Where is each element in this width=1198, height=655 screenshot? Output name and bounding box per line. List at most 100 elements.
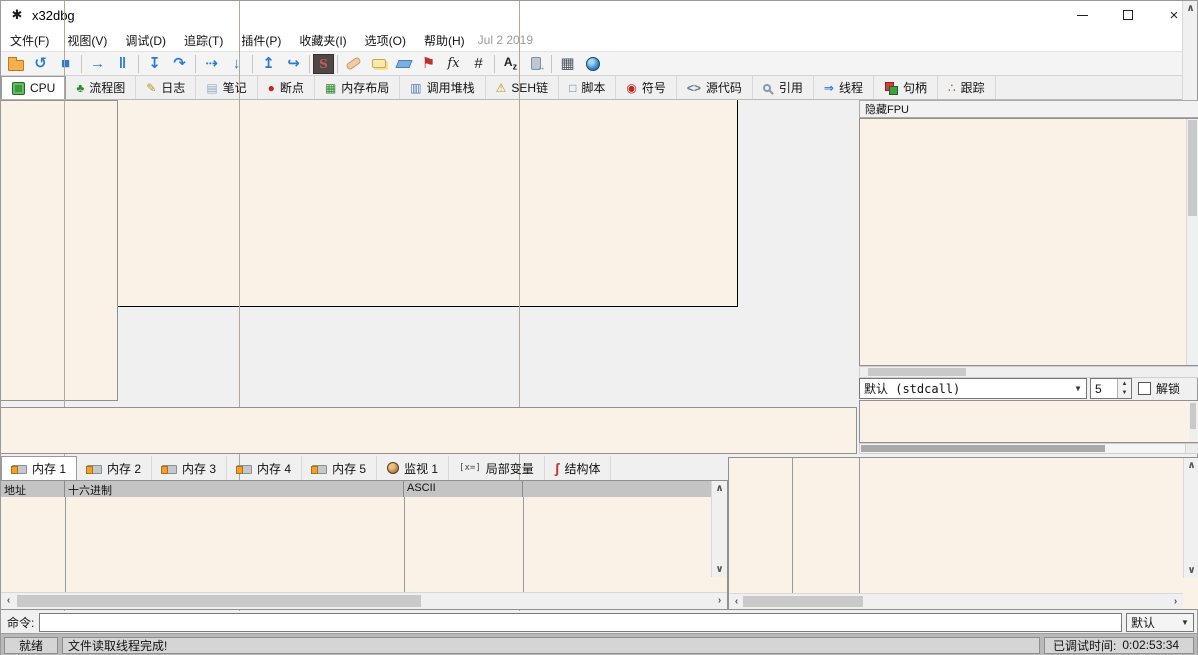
scrollbar-thumb[interactable] bbox=[17, 595, 421, 607]
tab-locals[interactable]: [x=]局部变量 bbox=[449, 456, 545, 480]
restart-button[interactable]: ↺ bbox=[28, 53, 53, 75]
tab-cpu[interactable]: CPU bbox=[1, 76, 66, 99]
menu-view[interactable]: 视图(V) bbox=[58, 29, 116, 51]
stop-button[interactable]: ■ bbox=[53, 53, 78, 75]
hide-fpu-button[interactable]: 隐藏FPU bbox=[859, 100, 1198, 118]
arguments-vscrollbar[interactable] bbox=[1189, 402, 1197, 441]
functions-button[interactable]: fx bbox=[441, 53, 466, 75]
tab-watch-1[interactable]: 监视 1 bbox=[377, 456, 449, 480]
scrollbar-thumb[interactable] bbox=[1190, 403, 1196, 429]
column-header-extra[interactable] bbox=[523, 481, 711, 497]
scroll-right-icon[interactable]: › bbox=[1168, 594, 1183, 609]
tab-threads[interactable]: ⇒线程 bbox=[814, 76, 874, 99]
maximize-button[interactable] bbox=[1105, 1, 1151, 29]
stack-hscrollbar[interactable]: ‹ › bbox=[729, 593, 1183, 609]
chevron-down-icon: ▼ bbox=[1070, 384, 1086, 393]
internet-button[interactable] bbox=[580, 53, 605, 75]
argument-count-stepper[interactable]: 5 ▲ ▼ bbox=[1090, 378, 1132, 399]
registers-vscrollbar[interactable] bbox=[1186, 119, 1198, 365]
scrollbar-thumb[interactable] bbox=[868, 368, 966, 376]
menu-trace[interactable]: 追踪(T) bbox=[175, 29, 232, 51]
dump-vscrollbar[interactable]: ∧ ∨ bbox=[711, 481, 727, 577]
source-mode-button[interactable]: S bbox=[313, 54, 334, 74]
bookmarks-button[interactable]: ⚑ bbox=[416, 53, 441, 75]
trace-over-button[interactable]: ↓ bbox=[224, 53, 249, 75]
tab-symbols[interactable]: ◉符号 bbox=[616, 76, 677, 99]
dump-hscrollbar[interactable]: ‹ › bbox=[1, 592, 727, 609]
tab-call-stack[interactable]: ▥调用堆栈 bbox=[400, 76, 485, 99]
tab-dump-2[interactable]: 内存 2 bbox=[77, 456, 152, 480]
menu-favourites[interactable]: 收藏夹(I) bbox=[290, 29, 355, 51]
scrollbar-thumb[interactable] bbox=[861, 445, 1105, 452]
command-bar: 命令: 默认 ▼ bbox=[1, 611, 1197, 633]
calculator-button[interactable]: ▦ bbox=[555, 53, 580, 75]
labels-button[interactable] bbox=[391, 53, 416, 75]
tab-seh[interactable]: ⚠SEH链 bbox=[486, 76, 559, 99]
tab-dump-4[interactable]: 内存 4 bbox=[227, 456, 302, 480]
tab-struct[interactable]: ʃ结构体 bbox=[545, 456, 612, 480]
scrollbar-thumb[interactable] bbox=[1188, 120, 1197, 216]
info-box bbox=[1, 407, 857, 454]
dump-view[interactable]: 地址 十六进制 ASCII ∧ ∨ ‹ › bbox=[1, 480, 728, 610]
run-to-user-code-button[interactable]: ↪ bbox=[281, 53, 306, 75]
scroll-up-icon[interactable]: ∧ bbox=[1183, 1, 1198, 16]
stepper-up-icon[interactable]: ▲ bbox=[1118, 379, 1131, 389]
menu-debug[interactable]: 调试(D) bbox=[116, 29, 175, 51]
arguments-view[interactable] bbox=[859, 400, 1198, 443]
stack-vscrollbar[interactable]: ∧ ∨ bbox=[1183, 458, 1198, 578]
tab-dump-3[interactable]: 内存 3 bbox=[152, 456, 227, 480]
tab-source[interactable]: <>源代码 bbox=[677, 76, 753, 99]
command-input[interactable] bbox=[39, 613, 1122, 632]
tab-notes[interactable]: ▤笔记 bbox=[196, 76, 257, 99]
tab-handles[interactable]: 句柄 bbox=[874, 76, 938, 99]
minimize-button[interactable] bbox=[1059, 1, 1105, 29]
scroll-down-icon[interactable]: ∨ bbox=[712, 562, 727, 577]
comments-button[interactable] bbox=[366, 53, 391, 75]
column-header-address[interactable]: 地址 bbox=[1, 481, 65, 497]
view-tabbar: CPU ♣流程图 ✎日志 ▤笔记 ●断点 ▦内存布局 ▥调用堆栈 ⚠SEH链 □… bbox=[1, 76, 1197, 100]
scroll-left-icon[interactable]: ‹ bbox=[729, 594, 744, 609]
pause-button[interactable]: ‖ bbox=[110, 53, 135, 75]
scroll-up-icon[interactable]: ∧ bbox=[1184, 458, 1198, 473]
step-into-button[interactable]: ↧ bbox=[142, 53, 167, 75]
open-file-button[interactable] bbox=[3, 53, 28, 75]
menu-help[interactable]: 帮助(H) bbox=[415, 29, 474, 51]
tab-graph[interactable]: ♣流程图 bbox=[66, 76, 136, 99]
toolbar-separator bbox=[494, 55, 495, 73]
column-header-ascii[interactable]: ASCII bbox=[404, 481, 523, 497]
scroll-right-icon[interactable]: › bbox=[712, 593, 727, 608]
unlock-checkbox[interactable] bbox=[1138, 382, 1151, 395]
tab-script[interactable]: □脚本 bbox=[559, 76, 616, 99]
minimize-icon bbox=[1077, 15, 1088, 16]
tab-dump-1[interactable]: 内存 1 bbox=[1, 456, 77, 480]
attach-button[interactable] bbox=[523, 53, 548, 75]
tab-trace[interactable]: ∴跟踪 bbox=[938, 76, 996, 99]
arguments-hscrollbar[interactable] bbox=[859, 443, 1198, 454]
tab-breakpoints[interactable]: ●断点 bbox=[258, 76, 315, 99]
column-header-hex[interactable]: 十六进制 bbox=[65, 481, 404, 497]
registers-view[interactable] bbox=[859, 118, 1198, 366]
tab-log[interactable]: ✎日志 bbox=[136, 76, 196, 99]
menu-plugins[interactable]: 插件(P) bbox=[232, 29, 290, 51]
tab-references[interactable]: 引用 bbox=[753, 76, 814, 99]
scroll-up-icon[interactable]: ∧ bbox=[712, 481, 727, 496]
step-over-button[interactable]: ↷ bbox=[167, 53, 192, 75]
scroll-down-icon[interactable]: ∨ bbox=[1184, 563, 1198, 578]
trace-into-button[interactable]: ⇢ bbox=[199, 53, 224, 75]
command-profile-select[interactable]: 默认 ▼ bbox=[1126, 613, 1194, 632]
menu-file[interactable]: 文件(F) bbox=[1, 29, 58, 51]
registers-hscrollbar[interactable] bbox=[859, 366, 1198, 378]
execute-till-return-button[interactable]: ↥ bbox=[256, 53, 281, 75]
scroll-left-icon[interactable]: ‹ bbox=[1, 593, 16, 608]
patches-button[interactable] bbox=[341, 53, 366, 75]
dump-icon bbox=[237, 465, 252, 474]
calling-convention-select[interactable]: 默认 (stdcall) ▼ bbox=[859, 378, 1087, 399]
scrollbar-thumb[interactable] bbox=[743, 596, 863, 607]
run-button[interactable]: → bbox=[85, 53, 110, 75]
tab-memory-map[interactable]: ▦内存布局 bbox=[315, 76, 400, 99]
stack-view[interactable]: ∧ ∨ ‹ › bbox=[728, 457, 1198, 610]
menu-options[interactable]: 选项(O) bbox=[356, 29, 415, 51]
stepper-down-icon[interactable]: ▼ bbox=[1118, 389, 1131, 399]
string-references-button[interactable]: # bbox=[466, 53, 491, 75]
tab-dump-5[interactable]: 内存 5 bbox=[302, 456, 377, 480]
